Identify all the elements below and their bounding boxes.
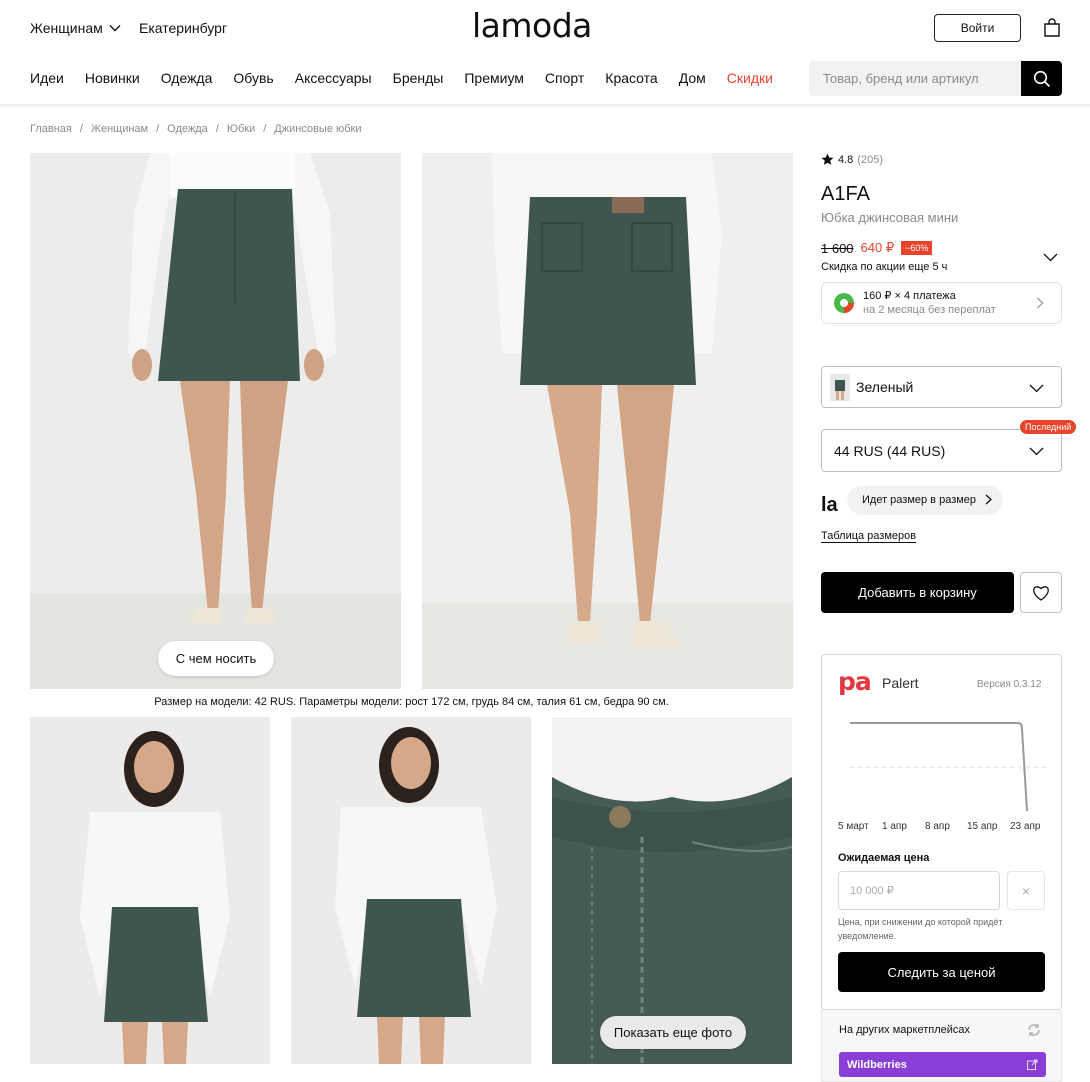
rating-row[interactable]: 4.8 (205) xyxy=(821,153,883,166)
wildberries-label: Wildberries xyxy=(847,1058,907,1071)
clear-price-button[interactable]: × xyxy=(1007,871,1045,910)
nav-beauty[interactable]: Красота xyxy=(605,70,657,86)
login-button[interactable]: Войти xyxy=(934,14,1021,42)
other-marketplaces-label: На других маркетплейсах xyxy=(839,1024,971,1036)
breadcrumb-home[interactable]: Главная xyxy=(30,123,72,135)
tick-label: 8 апр xyxy=(925,821,950,832)
star-icon xyxy=(821,153,834,166)
tick-label: 1 апр xyxy=(882,821,907,832)
nav-sale[interactable]: Скидки xyxy=(727,70,773,86)
search-input[interactable]: Товар, бренд или артикул xyxy=(809,61,1021,96)
breadcrumb-skirts[interactable]: Юбки xyxy=(227,123,255,135)
track-price-button[interactable]: Следить за ценой xyxy=(838,952,1045,992)
what-to-wear-button[interactable]: С чем носить xyxy=(158,641,274,676)
product-photo-look-1[interactable] xyxy=(30,717,270,1064)
size-fit-label: Идет размер в размер xyxy=(862,493,977,506)
size-value: 44 RUS (44 RUS) xyxy=(834,443,946,459)
color-thumbnail xyxy=(830,374,850,401)
wildberries-link[interactable]: Wildberries xyxy=(839,1052,1046,1077)
review-count: (205) xyxy=(857,153,883,166)
add-to-cart-button[interactable]: Добавить в корзину xyxy=(821,572,1014,613)
expected-price-input[interactable]: 10 000 ₽ xyxy=(838,871,1000,910)
nav-home[interactable]: Дом xyxy=(679,70,706,86)
price-row: 1 600 640 ₽ −60% xyxy=(821,240,933,256)
search-button[interactable] xyxy=(1021,61,1062,96)
rating-value: 4.8 xyxy=(838,153,854,166)
main-nav: Идеи Новинки Одежда Обувь Аксессуары Бре… xyxy=(30,70,773,86)
current-price: 640 ₽ xyxy=(860,240,895,255)
lamoda-logo[interactable]: lamoda xyxy=(472,6,592,45)
palert-version: Версия 0.3.12 xyxy=(977,679,1042,690)
nav-new[interactable]: Новинки xyxy=(85,70,140,86)
installment-sub: на 2 месяца без переплат xyxy=(863,304,996,316)
header-divider xyxy=(0,104,1090,108)
nav-sport[interactable]: Спорт xyxy=(545,70,584,86)
model-info: Размер на модели: 42 RUS. Параметры моде… xyxy=(154,696,669,708)
product-photo-back[interactable] xyxy=(422,153,793,689)
promo-timer: Скидка по акции еще 5 ч xyxy=(821,261,948,273)
breadcrumb-separator: / xyxy=(215,123,219,135)
breadcrumb-clothes[interactable]: Одежда xyxy=(167,123,208,135)
breadcrumb-separator: / xyxy=(79,123,83,135)
chevron-right-icon xyxy=(1036,297,1044,309)
tick-label: 5 март xyxy=(838,821,869,832)
product-photo-front[interactable]: С чем носить xyxy=(30,153,401,689)
nav-clothes[interactable]: Одежда xyxy=(161,70,213,86)
nav-brands[interactable]: Бренды xyxy=(393,70,444,86)
city-label: Екатеринбург xyxy=(139,20,228,36)
expected-price-hint: Цена, при снижении до которой придёт уве… xyxy=(838,917,1003,941)
chevron-down-icon xyxy=(1029,384,1044,393)
product-brand[interactable]: A1FA xyxy=(821,183,870,206)
nav-accessories[interactable]: Аксессуары xyxy=(295,70,372,86)
palert-widget: pa Palert Версия 0.3.12 5 март 1 апр 8 а… xyxy=(821,654,1062,1010)
size-select[interactable]: 44 RUS (44 RUS) xyxy=(821,429,1062,472)
chevron-right-icon xyxy=(985,494,993,505)
split-payment-icon xyxy=(833,292,855,314)
palert-name: Palert xyxy=(882,675,919,691)
breadcrumb-separator: / xyxy=(156,123,160,135)
nav-premium[interactable]: Премиум xyxy=(464,70,524,86)
size-table-link[interactable]: Таблица размеров xyxy=(821,530,917,543)
tick-label: 15 апр xyxy=(967,821,998,832)
search-icon xyxy=(1033,70,1051,88)
product-name: Юбка джинсовая мини xyxy=(821,210,959,225)
color-value: Зеленый xyxy=(856,379,914,395)
product-photo-detail[interactable]: Показать еще фото xyxy=(552,717,792,1064)
installment-main: 160 ₽ × 4 платежа xyxy=(863,290,956,302)
gender-menu[interactable]: Женщинам xyxy=(30,20,121,36)
last-item-badge: Последний xyxy=(1020,420,1077,434)
tick-label: 23 апр xyxy=(1010,821,1041,832)
external-link-icon xyxy=(1027,1059,1038,1070)
refresh-icon[interactable] xyxy=(1027,1023,1041,1037)
discount-badge: −60% xyxy=(901,241,933,255)
lamoda-size-logo: la xyxy=(821,494,838,516)
color-select[interactable]: Зеленый xyxy=(821,366,1062,408)
price-details-chevron-icon[interactable] xyxy=(1043,253,1058,262)
size-fit-button[interactable]: Идет размер в размер xyxy=(848,486,1003,513)
palert-logo-icon: pa xyxy=(838,667,872,696)
breadcrumb-denim-skirts[interactable]: Джинсовые юбки xyxy=(274,123,361,135)
chevron-down-icon xyxy=(109,24,121,32)
show-more-photos-button[interactable]: Показать еще фото xyxy=(600,1016,746,1049)
expected-price-label: Ожидаемая цена xyxy=(838,852,930,864)
cart-icon[interactable] xyxy=(1043,18,1061,38)
gender-menu-label: Женщинам xyxy=(30,20,103,36)
price-history-chart xyxy=(850,722,1050,812)
city-selector[interactable]: Екатеринбург xyxy=(139,20,227,36)
nav-shoes[interactable]: Обувь xyxy=(233,70,273,86)
installment-card[interactable]: 160 ₽ × 4 платежа на 2 месяца без перепл… xyxy=(821,282,1062,324)
heart-icon xyxy=(1032,585,1050,601)
old-price: 1 600 xyxy=(821,240,854,256)
wishlist-button[interactable] xyxy=(1020,572,1062,613)
nav-ideas[interactable]: Идеи xyxy=(30,70,64,86)
breadcrumb-separator: / xyxy=(263,123,267,135)
breadcrumb: Главная / Женщинам / Одежда / Юбки / Джинсов… xyxy=(30,123,362,135)
breadcrumb-women[interactable]: Женщинам xyxy=(91,123,148,135)
product-photo-look-2[interactable] xyxy=(291,717,531,1064)
other-marketplaces-panel: На других маркетплейсах Wildberries xyxy=(821,1010,1062,1082)
chevron-down-icon xyxy=(1029,447,1044,456)
